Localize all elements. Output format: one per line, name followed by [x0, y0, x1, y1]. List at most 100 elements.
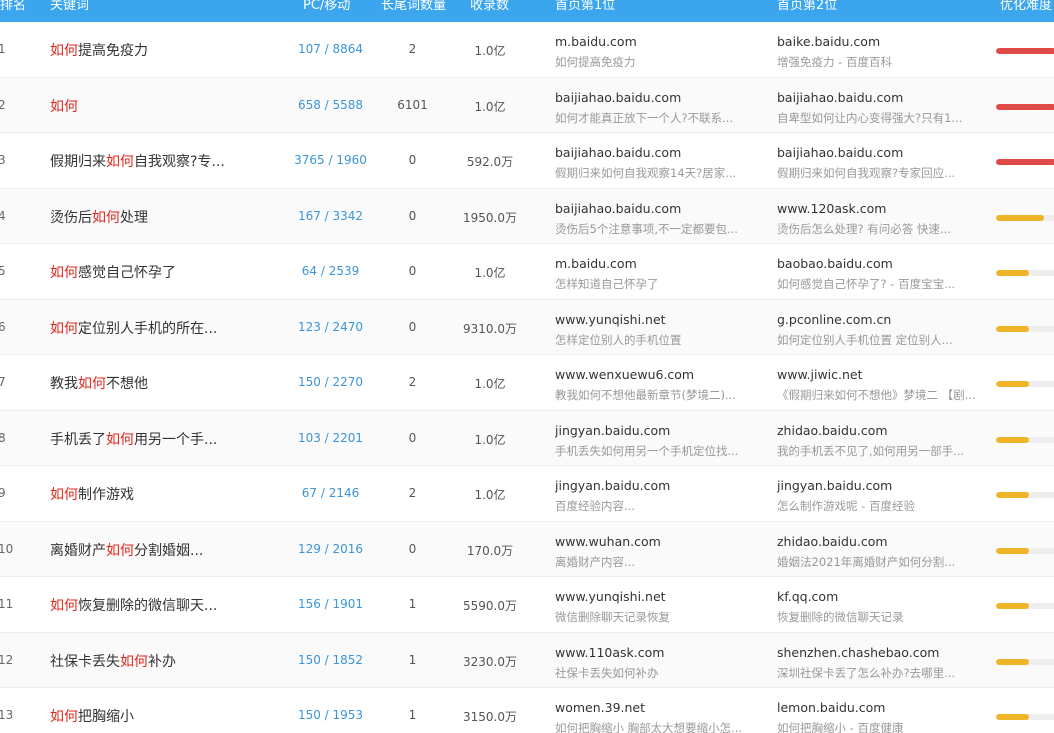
top1-site-link[interactable]: baijiahao.baidu.com — [555, 201, 755, 216]
top1-site-link[interactable]: www.yunqishi.net — [555, 589, 755, 604]
keyword-link[interactable]: 如何制作游戏 — [50, 484, 235, 504]
keyword-text: 教我 — [50, 376, 78, 392]
table-row[interactable]: 9 如何制作游戏 67 / 2146 2 1.0亿 jingyan.baidu.com 百度… — [0, 466, 1054, 522]
top2-site-title: 如何感觉自己怀孕了? - 百度宝宝... — [777, 277, 956, 291]
difficulty-bar — [996, 492, 1054, 498]
keyword-highlight: 如何 — [106, 431, 134, 448]
table-row[interactable]: 10 离婚财产如何分割婚姻... 129 / 2016 0 170.0万 www.wuha… — [0, 521, 1054, 577]
top2-site-link[interactable]: jingyan.baidu.com — [777, 478, 982, 493]
top1-site-title: 如何提高免疫力 — [555, 55, 636, 69]
keyword-highlight: 如何 — [106, 154, 134, 170]
header-keyword: 关键词 — [50, 0, 90, 13]
top1-site-link[interactable]: www.yunqishi.net — [555, 312, 755, 327]
top2-site-link[interactable]: baike.baidu.com — [777, 34, 982, 49]
difficulty-bar — [996, 603, 1054, 609]
top2-site-link[interactable]: www.jiwic.net — [777, 367, 982, 382]
rank-number: 8 — [0, 430, 6, 445]
keyword-text: 处理 — [120, 209, 148, 226]
difficulty-bar-fill — [996, 658, 1029, 665]
rank-number: 3 — [0, 153, 6, 167]
table-row[interactable]: 12 社保卡丢失如何补办 150 / 1852 1 3230.0万 www.110ask.… — [0, 632, 1054, 688]
top2-site-link[interactable]: www.120ask.com — [777, 201, 982, 216]
pc-mobile-index[interactable]: 129 / 2016 — [278, 542, 383, 556]
difficulty-bar-fill — [996, 492, 1029, 498]
table-row[interactable]: 1 如何提高免疫力 107 / 8864 2 1.0亿 m.baidu.com 如何提高免疫… — [0, 22, 1054, 78]
keyword-link[interactable]: 如何提高免疫力 — [50, 40, 235, 60]
difficulty-bar-fill — [996, 214, 1044, 221]
keyword-link[interactable]: 烫伤后如何处理 — [50, 207, 235, 227]
pc-mobile-index[interactable]: 156 / 1901 — [278, 597, 383, 611]
keyword-text: 社保卡丢失 — [50, 653, 120, 670]
top2-site-link[interactable]: zhidao.baidu.com — [777, 534, 982, 549]
top2-site-title: 自卑型如何让内心变得强大?只有1... — [777, 110, 963, 125]
top1-site-link[interactable]: jingyan.baidu.com — [555, 478, 755, 493]
pc-mobile-index[interactable]: 658 / 5588 — [278, 98, 383, 112]
top1-site-link[interactable]: www.wenxuewu6.com — [555, 367, 755, 382]
top2-site-link[interactable]: zhidao.baidu.com — [777, 423, 982, 438]
difficulty-bar — [996, 159, 1054, 165]
top2-site-link[interactable]: kf.qq.com — [777, 589, 982, 604]
top2-site-title: 怎么制作游戏呢 - 百度经验 — [777, 499, 915, 513]
rank-number: 1 — [0, 42, 6, 56]
top1-site-link[interactable]: baijiahao.baidu.com — [555, 145, 755, 160]
table-row[interactable]: 6 如何定位别人手机的所在... 123 / 2470 0 9310.0万 www.yun… — [0, 299, 1054, 355]
pc-mobile-index[interactable]: 123 / 2470 — [278, 320, 383, 334]
pc-mobile-index[interactable]: 107 / 8864 — [278, 42, 383, 56]
top1-site-title: 教我如何不想他最新章节(梦境二)... — [555, 388, 736, 402]
top2-site-link[interactable]: g.pconline.com.cn — [777, 312, 982, 327]
header-indexed: 收录数 — [470, 0, 510, 13]
keyword-link[interactable]: 如何定位别人手机的所在... — [50, 318, 235, 338]
top1-site-link[interactable]: jingyan.baidu.com — [555, 423, 755, 438]
pc-mobile-index[interactable]: 167 / 3342 — [278, 209, 383, 223]
keyword-highlight: 如何 — [120, 653, 148, 670]
rank-number: 6 — [0, 319, 6, 334]
keyword-highlight: 如何 — [50, 43, 78, 59]
keyword-link[interactable]: 如何把胸缩小 — [50, 706, 235, 726]
difficulty-bar — [996, 658, 1054, 665]
table-row[interactable]: 3 假期归来如何自我观察?专... 3765 / 1960 0 592.0万 baijia… — [0, 133, 1054, 189]
top2-site-title: 深圳社保卡丢了怎么补办?去哪里... — [777, 665, 956, 680]
pc-mobile-index[interactable]: 3765 / 1960 — [278, 153, 383, 167]
keyword-link[interactable]: 社保卡丢失如何补办 — [50, 651, 235, 671]
keyword-link[interactable]: 教我如何不想他 — [50, 373, 235, 393]
pc-mobile-index[interactable]: 150 / 2270 — [278, 375, 383, 389]
keyword-link[interactable]: 如何 — [50, 96, 235, 116]
pc-mobile-index[interactable]: 150 / 1953 — [278, 708, 383, 722]
keyword-text: 离婚财产 — [50, 542, 106, 559]
keyword-highlight: 如何 — [78, 376, 106, 392]
table-row[interactable]: 7 教我如何不想他 150 / 2270 2 1.0亿 www.wenxuewu6.com… — [0, 355, 1054, 411]
top1-site-title: 怎样知道自己怀孕了 — [555, 277, 659, 291]
pc-mobile-index[interactable]: 67 / 2146 — [278, 486, 383, 500]
keyword-link[interactable]: 假期归来如何自我观察?专... — [50, 151, 235, 171]
table-row[interactable]: 2 如何 658 / 5588 6101 1.0亿 baijiahao.baidu.com… — [0, 77, 1054, 133]
keyword-link[interactable]: 手机丢了如何用另一个手... — [50, 429, 235, 449]
top2-site-link[interactable]: lemon.baidu.com — [777, 700, 982, 715]
table-row[interactable]: 13 如何把胸缩小 150 / 1953 1 3150.0万 women.39.net 如何… — [0, 688, 1054, 733]
top2-site-link[interactable]: baobao.baidu.com — [777, 256, 982, 271]
top2-site-link[interactable]: baijiahao.baidu.com — [777, 90, 982, 105]
top1-site-link[interactable]: m.baidu.com — [555, 34, 755, 49]
keyword-link[interactable]: 如何恢复删除的微信聊天... — [50, 595, 235, 615]
top2-site-link[interactable]: baijiahao.baidu.com — [777, 145, 982, 160]
keyword-link[interactable]: 如何感觉自己怀孕了 — [50, 262, 235, 282]
table-row[interactable]: 5 如何感觉自己怀孕了 64 / 2539 0 1.0亿 m.baidu.com 怎样知道自… — [0, 244, 1054, 300]
top1-site-link[interactable]: www.wuhan.com — [555, 534, 755, 549]
pc-mobile-index[interactable]: 150 / 1852 — [278, 653, 383, 667]
top1-site-link[interactable]: www.110ask.com — [555, 645, 755, 660]
keyword-highlight: 如何 — [50, 320, 78, 337]
top1-site-link[interactable]: m.baidu.com — [555, 256, 755, 271]
table-row[interactable]: 11 如何恢复删除的微信聊天... 156 / 1901 1 5590.0万 www.yu… — [0, 577, 1054, 633]
top2-site-title: 如何定位别人手机位置 定位别人... — [777, 332, 953, 347]
keyword-link[interactable]: 离婚财产如何分割婚姻... — [50, 540, 235, 560]
table-row[interactable]: 4 烫伤后如何处理 167 / 3342 0 1950.0万 baijiahao.baid… — [0, 188, 1054, 244]
top1-site-title: 假期归来如何自我观察14天?居家... — [555, 166, 737, 180]
long-tail-count: 0 — [408, 153, 417, 167]
rank-number: 11 — [0, 597, 14, 611]
top1-site-link[interactable]: women.39.net — [555, 700, 755, 715]
top2-site-link[interactable]: shenzhen.chashebao.com — [777, 645, 982, 660]
pc-mobile-index[interactable]: 103 / 2201 — [278, 431, 383, 445]
table-row[interactable]: 8 手机丢了如何用另一个手... 103 / 2201 0 1.0亿 jingyan.ba… — [0, 410, 1054, 466]
top1-site-link[interactable]: baijiahao.baidu.com — [555, 90, 755, 105]
keyword-text: 制作游戏 — [78, 487, 134, 503]
pc-mobile-index[interactable]: 64 / 2539 — [278, 264, 383, 278]
